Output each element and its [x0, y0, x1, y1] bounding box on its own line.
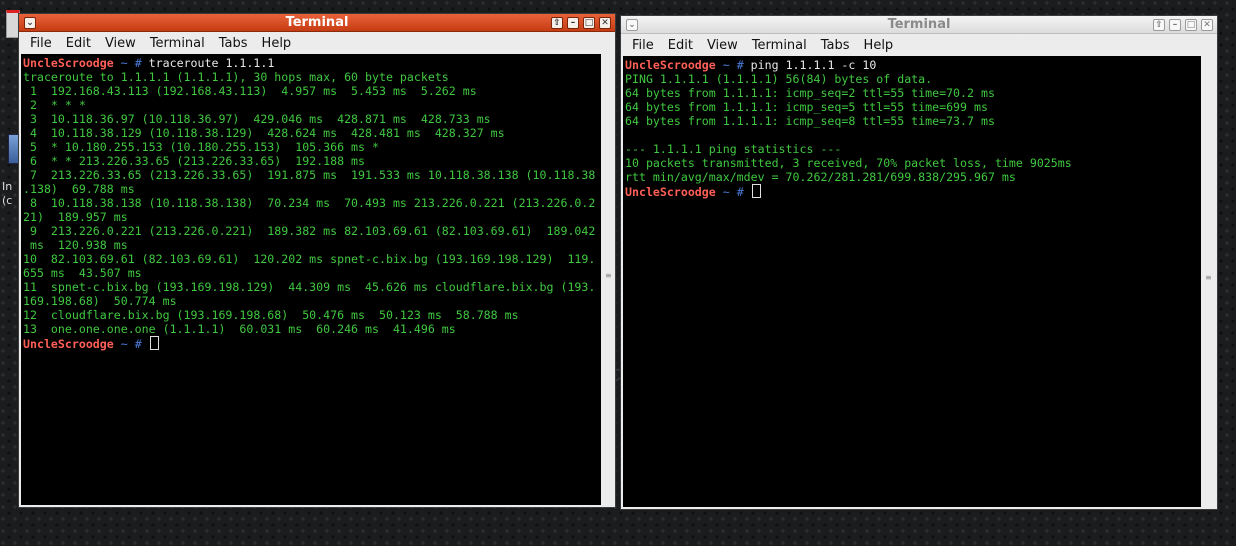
output-line: 2 * * * [23, 98, 86, 112]
prompt-symbol: # [736, 185, 751, 199]
desktop-icon-label-1: In [2, 180, 13, 193]
menu-file[interactable]: File [23, 36, 59, 51]
menubar: File Edit View Terminal Tabs Help [19, 32, 615, 54]
output-line: traceroute to 1.1.1.1 (1.1.1.1), 30 hops… [23, 70, 449, 84]
desktop-icon-label-2: (c [2, 194, 13, 207]
menu-edit[interactable]: Edit [59, 36, 98, 51]
output-line: 11 spnet-c.bix.bg (193.169.198.129) 44.3… [23, 280, 596, 294]
window-titlebar[interactable]: ⌄ Terminal ⇧ – □ ✕ [621, 16, 1217, 34]
close-button[interactable]: ✕ [1201, 19, 1213, 31]
prompt-line: UncleScroodge ~ # [625, 184, 1201, 199]
prompt-path: ~ [113, 56, 135, 70]
scrollbar[interactable]: ≡ [1201, 56, 1215, 507]
command-text: ping 1.1.1.1 -c 10 [750, 58, 877, 72]
menu-terminal[interactable]: Terminal [745, 38, 814, 53]
output-line: 169.198.68) 50.774 ms [23, 294, 177, 308]
output-line: 21) 189.957 ms [23, 210, 128, 224]
prompt-user: UncleScroodge [23, 56, 114, 70]
menu-help[interactable]: Help [255, 36, 299, 51]
maximize-button[interactable]: □ [583, 17, 595, 29]
window-titlebar[interactable]: ⌄ Terminal ⇧ – □ ✕ [19, 14, 615, 32]
window-menu-button[interactable]: ⌄ [24, 17, 36, 29]
prompt-path: ~ [715, 185, 737, 199]
prompt-symbol: # [134, 337, 149, 351]
prompt-line: UncleScroodge ~ # [23, 336, 601, 351]
menu-view[interactable]: View [98, 36, 143, 51]
menu-view[interactable]: View [700, 38, 745, 53]
output-line: PING 1.1.1.1 (1.1.1.1) 56(84) bytes of d… [625, 72, 933, 86]
output-line: --- 1.1.1.1 ping statistics --- [625, 142, 842, 156]
output-line: 4 10.118.38.129 (10.118.38.129) 428.624 … [23, 126, 505, 140]
output-line: 655 ms 43.507 ms [23, 266, 142, 280]
output-line: 7 213.226.33.65 (213.226.33.65) 191.875 … [23, 168, 596, 182]
window-title: Terminal [285, 15, 349, 30]
prompt-user: UncleScroodge [625, 58, 716, 72]
shade-button[interactable]: ⇧ [1153, 19, 1165, 31]
menu-edit[interactable]: Edit [661, 38, 700, 53]
output-line: 64 bytes from 1.1.1.1: icmp_seq=8 ttl=55… [625, 114, 995, 128]
output-line: 6 * * 213.226.33.65 (213.226.33.65) 192.… [23, 154, 366, 168]
minimize-button[interactable]: – [567, 17, 579, 29]
prompt-path: ~ [113, 337, 135, 351]
menu-terminal[interactable]: Terminal [143, 36, 212, 51]
command-text: traceroute 1.1.1.1 [148, 56, 275, 70]
output-line: 10 packets transmitted, 3 received, 70% … [625, 156, 1072, 170]
prompt-line: UncleScroodge ~ # ping 1.1.1.1 -c 10 [625, 58, 1201, 72]
prompt-user: UncleScroodge [625, 185, 716, 199]
text-cursor [751, 184, 761, 198]
output-line: 5 * 10.180.255.153 (10.180.255.153) 105.… [23, 140, 379, 154]
prompt-line: UncleScroodge ~ # traceroute 1.1.1.1 [23, 56, 601, 70]
window-menu-button[interactable]: ⌄ [626, 19, 638, 31]
output-line: rtt min/avg/max/mdev = 70.262/281.281/69… [625, 170, 1016, 184]
text-cursor [149, 336, 159, 350]
terminal-output[interactable]: UncleScroodge ~ # ping 1.1.1.1 -c 10 PING… [623, 56, 1201, 507]
minimize-button[interactable]: – [1169, 19, 1181, 31]
output-line: 1 192.168.43.113 (192.168.43.113) 4.957 … [23, 84, 477, 98]
prompt-user: UncleScroodge [23, 337, 114, 351]
output-line: 64 bytes from 1.1.1.1: icmp_seq=2 ttl=55… [625, 86, 995, 100]
output-line: 9 213.226.0.221 (213.226.0.221) 189.382 … [23, 224, 596, 238]
output-line: 10 82.103.69.61 (82.103.69.61) 120.202 m… [23, 252, 596, 266]
scrollbar-grip[interactable]: ≡ [605, 272, 612, 280]
menu-file[interactable]: File [625, 38, 661, 53]
output-line: 13 one.one.one.one (1.1.1.1) 60.031 ms 6… [23, 322, 456, 336]
shade-button[interactable]: ⇧ [551, 17, 563, 29]
terminal-window-traceroute[interactable]: ⌄ Terminal ⇧ – □ ✕ File Edit View Termin… [18, 13, 616, 508]
menu-tabs[interactable]: Tabs [212, 36, 255, 51]
output-line: 64 bytes from 1.1.1.1: icmp_seq=5 ttl=55… [625, 100, 988, 114]
prompt-path: ~ [715, 58, 737, 72]
maximize-button[interactable]: □ [1185, 19, 1197, 31]
prompt-symbol: # [134, 56, 149, 70]
window-title: Terminal [887, 17, 951, 32]
desktop-icon-partial[interactable]: In (c [0, 10, 20, 210]
scrollbar[interactable]: ≡ [601, 54, 615, 505]
close-button[interactable]: ✕ [599, 17, 611, 29]
terminal-window-ping[interactable]: ⌄ Terminal ⇧ – □ ✕ File Edit View Termin… [620, 15, 1218, 510]
output-line: 3 10.118.36.97 (10.118.36.97) 429.046 ms… [23, 112, 491, 126]
menubar: File Edit View Terminal Tabs Help [621, 34, 1217, 56]
scrollbar-grip[interactable]: ≡ [1205, 274, 1212, 282]
output-line: .138) 69.788 ms [23, 182, 135, 196]
menu-help[interactable]: Help [857, 38, 901, 53]
output-line: 8 10.118.38.138 (10.118.38.138) 70.234 m… [23, 196, 596, 210]
output-line: ms 120.938 ms [23, 238, 128, 252]
menu-tabs[interactable]: Tabs [814, 38, 857, 53]
terminal-output[interactable]: UncleScroodge ~ # traceroute 1.1.1.1 trac… [21, 54, 601, 505]
prompt-symbol: # [736, 58, 751, 72]
output-line: 12 cloudflare.bix.bg (193.169.198.68) 50… [23, 308, 519, 322]
